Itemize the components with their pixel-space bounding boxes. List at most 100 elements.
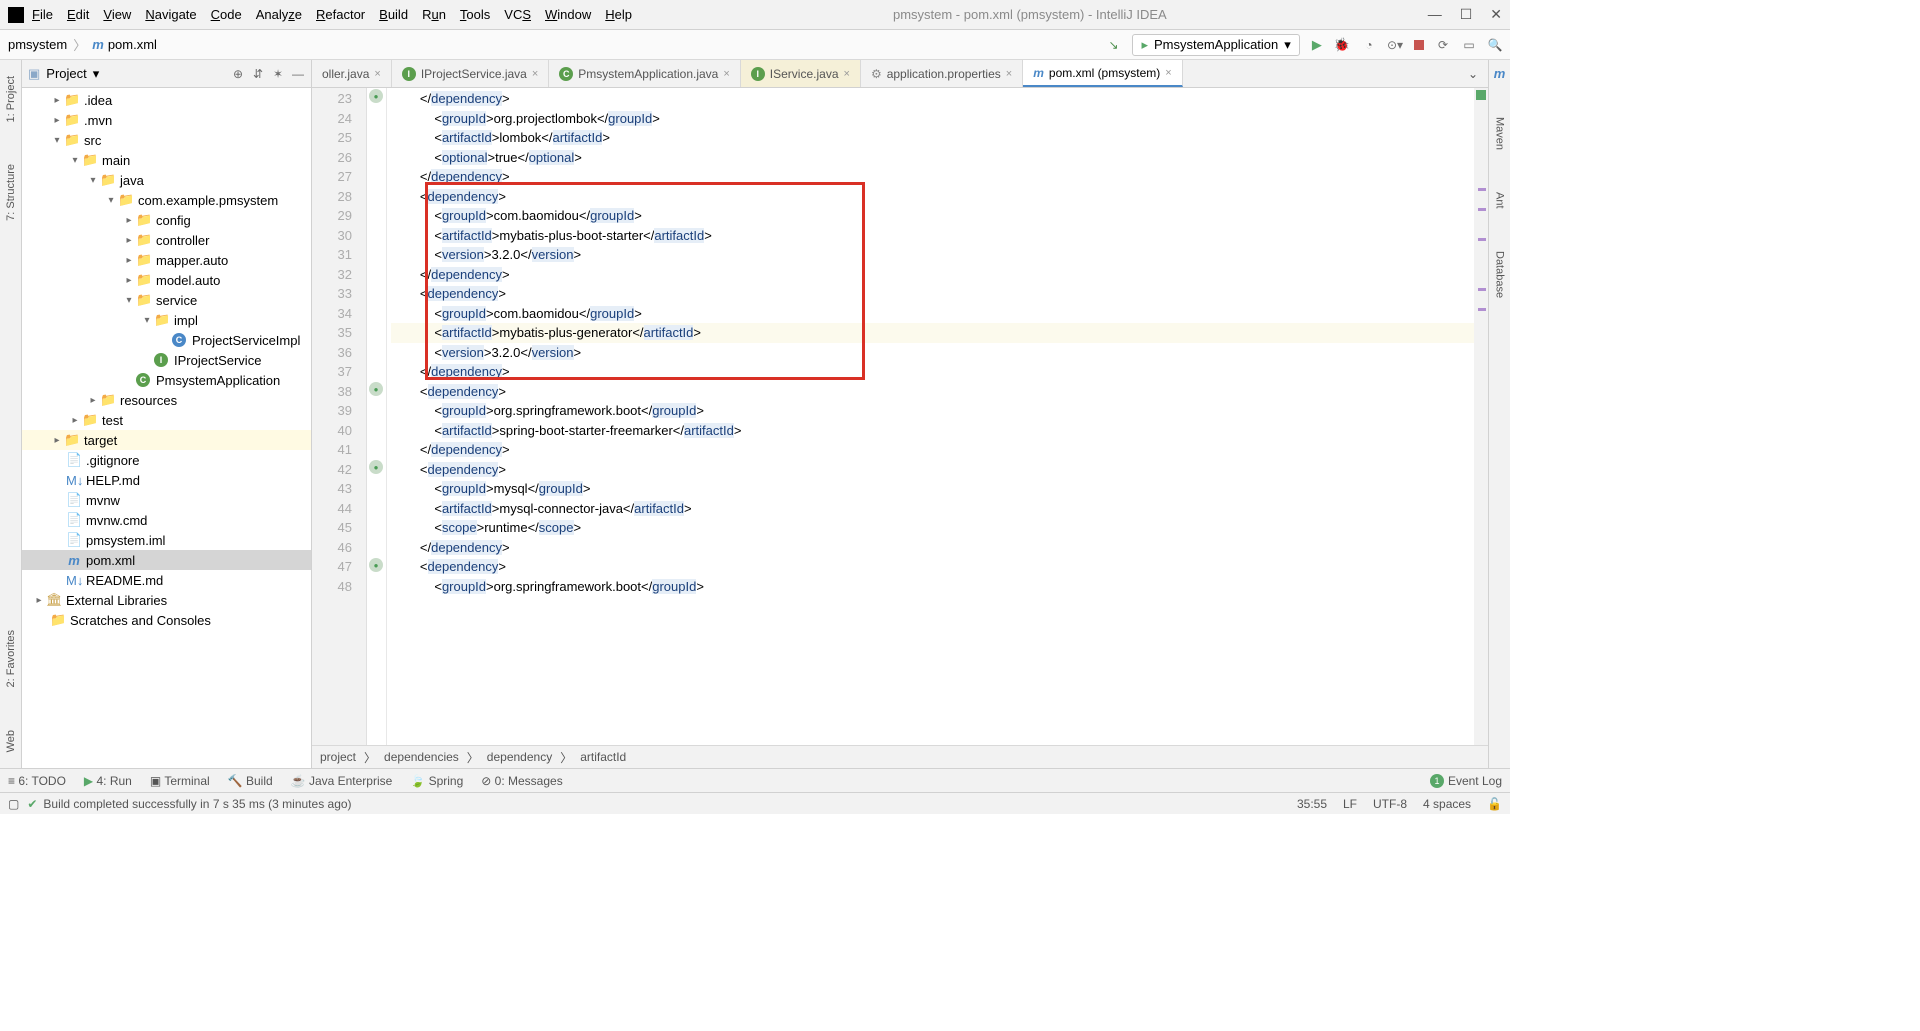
close-icon[interactable]: ×	[1006, 68, 1012, 80]
menu-vcs[interactable]: VCS	[504, 7, 531, 22]
tab-iservice[interactable]: IIService.java×	[741, 60, 861, 87]
menu-code[interactable]: Code	[211, 7, 242, 22]
menu-navigate[interactable]: Navigate	[145, 7, 196, 22]
profile-button[interactable]: ⊙▾	[1388, 38, 1402, 52]
run-button[interactable]: ▶	[1312, 37, 1322, 53]
indent[interactable]: 4 spaces	[1423, 797, 1471, 811]
menu-run[interactable]: Run	[422, 7, 446, 22]
tab-pmsystemapplication[interactable]: CPmsystemApplication.java×	[549, 60, 741, 87]
close-icon[interactable]: ×	[1165, 67, 1171, 79]
tree-node-test[interactable]: ▸📁test	[22, 410, 311, 430]
code-area[interactable]: </dependency> <groupId>org.projectlombok…	[387, 88, 1474, 745]
menu-window[interactable]: Window	[545, 7, 591, 22]
menu-help[interactable]: Help	[605, 7, 632, 22]
lock-icon[interactable]: 🔓	[1487, 797, 1502, 811]
tool-tab-spring[interactable]: 🍃 Spring	[410, 774, 463, 788]
tool-tab-favorites[interactable]: 2: Favorites	[3, 624, 19, 693]
close-button[interactable]: ✕	[1490, 6, 1502, 23]
tool-tab-javaee[interactable]: ☕ Java Enterprise	[291, 774, 393, 788]
tab-controller[interactable]: oller.java×	[312, 60, 392, 87]
tool-tab-maven[interactable]: Maven	[1492, 111, 1508, 156]
tool-tab-project[interactable]: 1: Project	[3, 70, 19, 128]
hide-icon[interactable]: —	[291, 67, 305, 81]
tree-node-scratch[interactable]: 📁Scratches and Consoles	[22, 610, 311, 630]
update-button[interactable]: ⟳	[1436, 38, 1450, 52]
menu-build[interactable]: Build	[379, 7, 408, 22]
tree-node-extlib[interactable]: ▸🏛External Libraries	[22, 590, 311, 610]
tree-node-config[interactable]: ▸📁config	[22, 210, 311, 230]
tab-pom[interactable]: mpom.xml (pmsystem)×	[1023, 60, 1182, 87]
close-icon[interactable]: ×	[532, 68, 538, 80]
minimize-button[interactable]: —	[1428, 6, 1442, 23]
tool-tab-todo[interactable]: ≡ 6: TODO	[8, 774, 66, 788]
crumb-dependency[interactable]: dependency	[487, 750, 552, 764]
project-tree[interactable]: ▸📁.idea ▸📁.mvn ▾📁src ▾📁main ▾📁java ▾📁com…	[22, 88, 311, 768]
breadcrumb-file[interactable]: m pom.xml	[92, 37, 157, 52]
tree-node-java[interactable]: ▾📁java	[22, 170, 311, 190]
close-icon[interactable]: ×	[844, 68, 850, 80]
tree-node-controller[interactable]: ▸📁controller	[22, 230, 311, 250]
settings-icon[interactable]: ✶	[271, 67, 285, 81]
tree-node-help[interactable]: M↓HELP.md	[22, 470, 311, 490]
tree-node-resources[interactable]: ▸📁resources	[22, 390, 311, 410]
tree-node-idea[interactable]: ▸📁.idea	[22, 90, 311, 110]
coverage-button[interactable]: ◔	[1362, 38, 1376, 52]
project-structure-button[interactable]: ▭	[1462, 38, 1476, 52]
tool-tab-database[interactable]: Database	[1492, 245, 1508, 304]
project-dropdown-icon[interactable]: ▾	[93, 66, 100, 82]
menu-view[interactable]: View	[103, 7, 131, 22]
editor[interactable]: 2324252627282930313233343536373839404142…	[312, 88, 1488, 745]
tool-tab-terminal[interactable]: ▣ Terminal	[150, 774, 210, 788]
run-gutter-icon[interactable]: ●	[369, 558, 383, 572]
menu-edit[interactable]: Edit	[67, 7, 89, 22]
menu-file[interactable]: File	[32, 7, 53, 22]
tab-iprojectservice[interactable]: IIProjectService.java×	[392, 60, 549, 87]
tool-tab-messages[interactable]: ⊘ 0: Messages	[481, 774, 562, 788]
tab-application-properties[interactable]: ⚙application.properties×	[861, 60, 1023, 87]
crumb-dependencies[interactable]: dependencies	[384, 750, 459, 764]
crumb-artifactid[interactable]: artifactId	[580, 750, 626, 764]
tool-tab-structure[interactable]: 7: Structure	[3, 158, 19, 227]
tree-node-readme[interactable]: M↓README.md	[22, 570, 311, 590]
tree-node-target[interactable]: ▸📁target	[22, 430, 311, 450]
run-gutter-icon[interactable]: ●	[369, 89, 383, 103]
crumb-project[interactable]: project	[320, 750, 356, 764]
tool-tab-eventlog[interactable]: 1Event Log	[1430, 774, 1502, 788]
tool-tab-ant[interactable]: Ant	[1492, 186, 1508, 215]
tool-tab-build[interactable]: 🔨 Build	[228, 774, 273, 788]
tree-node-mvnw[interactable]: 📄mvnw	[22, 490, 311, 510]
menu-analyze[interactable]: Analyze	[256, 7, 302, 22]
close-icon[interactable]: ×	[374, 68, 380, 80]
locate-icon[interactable]: ⊕	[231, 67, 245, 81]
error-stripe[interactable]	[1474, 88, 1488, 745]
tree-node-package[interactable]: ▾📁com.example.pmsystem	[22, 190, 311, 210]
maven-tool-icon[interactable]: m	[1494, 66, 1506, 81]
tree-node-main[interactable]: ▾📁main	[22, 150, 311, 170]
run-configuration-dropdown[interactable]: ▸ PmsystemApplication ▾	[1132, 34, 1299, 56]
encoding[interactable]: UTF-8	[1373, 797, 1407, 811]
line-ending[interactable]: LF	[1343, 797, 1357, 811]
tree-node-gitignore[interactable]: 📄.gitignore	[22, 450, 311, 470]
tree-node-impl[interactable]: ▾📁impl	[22, 310, 311, 330]
tree-node-pom[interactable]: mpom.xml	[22, 550, 311, 570]
build-icon[interactable]: ↘	[1106, 38, 1120, 52]
stop-button[interactable]	[1414, 40, 1424, 50]
breadcrumb-root[interactable]: pmsystem	[8, 37, 67, 52]
run-gutter-icon[interactable]: ●	[369, 460, 383, 474]
status-icon[interactable]: ▢	[8, 797, 19, 811]
maximize-button[interactable]: ☐	[1460, 6, 1473, 23]
debug-button[interactable]: 🐞	[1334, 37, 1350, 53]
tree-node-service[interactable]: ▾📁service	[22, 290, 311, 310]
tree-node-projectserviceimpl[interactable]: CProjectServiceImpl	[22, 330, 311, 350]
tree-node-src[interactable]: ▾📁src	[22, 130, 311, 150]
menu-refactor[interactable]: Refactor	[316, 7, 365, 22]
tree-node-mapper[interactable]: ▸📁mapper.auto	[22, 250, 311, 270]
close-icon[interactable]: ×	[723, 68, 729, 80]
tree-node-mvnwcmd[interactable]: 📄mvnw.cmd	[22, 510, 311, 530]
menu-tools[interactable]: Tools	[460, 7, 490, 22]
search-button[interactable]: 🔍	[1488, 38, 1502, 52]
expand-icon[interactable]: ⇵	[251, 67, 265, 81]
tab-overflow[interactable]: ⌄	[1458, 60, 1488, 87]
tree-node-mvn[interactable]: ▸📁.mvn	[22, 110, 311, 130]
tool-tab-run[interactable]: ▶ 4: Run	[84, 774, 132, 788]
